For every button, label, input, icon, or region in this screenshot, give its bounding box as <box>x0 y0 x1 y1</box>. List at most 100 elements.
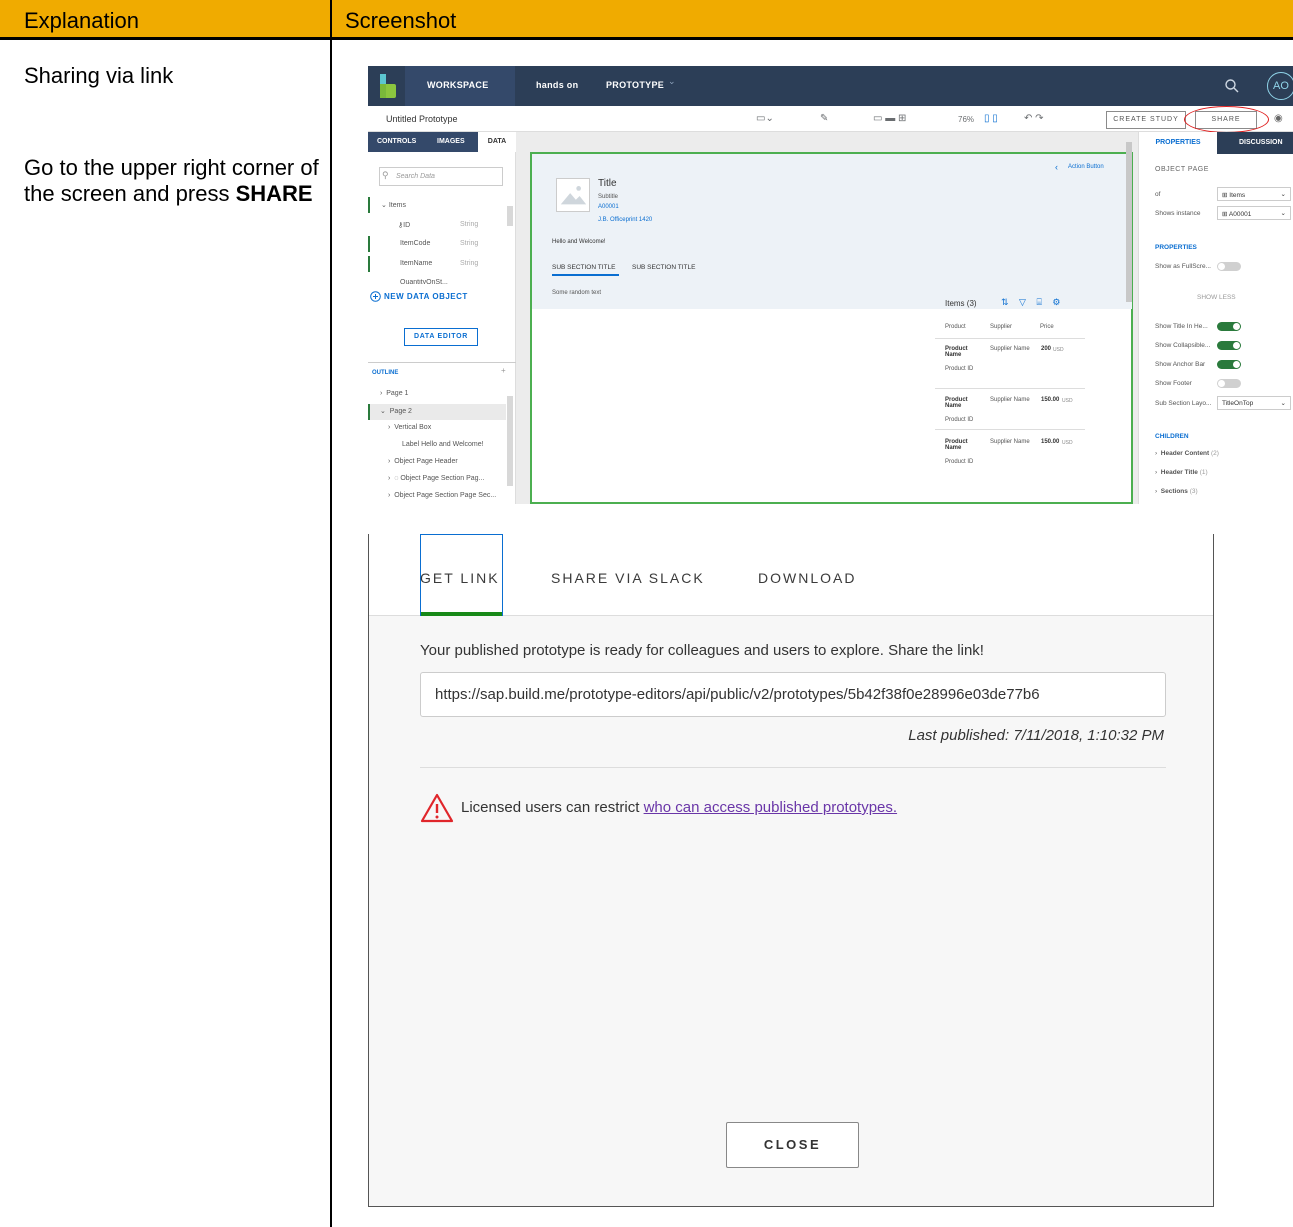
table-tool-icons[interactable]: ⇅ ▽ ⌸ ⚙ <box>1001 297 1064 308</box>
outline-section-item[interactable]: › ◌ Object Page Section Pag... <box>388 475 484 482</box>
left-panel <box>368 132 516 504</box>
table-row[interactable]: Product Name Supplier Name 150.00 USD Pr… <box>945 439 1080 477</box>
table-header-row: Explanation Screenshot <box>0 0 1293 40</box>
child-header-content[interactable]: › Header Content (2) <box>1155 450 1219 457</box>
nav-workspace[interactable]: WORKSPACE <box>427 80 489 90</box>
divider <box>420 767 1166 768</box>
access-link[interactable]: who can access published prototypes. <box>644 799 897 816</box>
row-currency: USD <box>1053 347 1064 353</box>
canvas-scrollbar[interactable] <box>1126 142 1132 302</box>
anchor-bar-toggle[interactable] <box>1217 360 1241 369</box>
outline-page2[interactable]: ⌄ Page 2 <box>380 407 412 415</box>
chevron-right-icon: › <box>1155 450 1158 457</box>
data-editor-button[interactable]: DATA EDITOR <box>404 328 478 346</box>
row-supplier: Supplier Name <box>990 397 1030 403</box>
tree-item-quantity[interactable]: QuantityOnSt... <box>400 279 448 284</box>
avatar[interactable]: AO <box>1267 72 1293 100</box>
outline-section-item[interactable]: › Object Page Section Page Sec... <box>388 492 496 499</box>
child-header-title[interactable]: › Header Title (1) <box>1155 469 1208 476</box>
row-product: Product Name <box>945 397 968 409</box>
new-data-object-button[interactable]: NEW DATA OBJECT <box>384 292 468 301</box>
child-sections[interactable]: › Sections (3) <box>1155 488 1198 495</box>
row-product: Product Name <box>945 439 968 451</box>
close-button[interactable]: CLOSE <box>726 1122 859 1168</box>
footer-label: Show Footer <box>1155 380 1192 387</box>
build-logo-icon <box>380 74 396 98</box>
of-select[interactable]: ⊞ Items ⌄ <box>1217 187 1291 201</box>
outline-header-item[interactable]: › Object Page Header <box>388 458 458 465</box>
row-price: 150.00 <box>1041 439 1060 445</box>
sub-layout-label: Sub Section Layo... <box>1155 400 1212 407</box>
footer-toggle[interactable] <box>1217 379 1241 388</box>
tab-properties[interactable]: PROPERTIES <box>1139 132 1217 154</box>
dialog-tabs: GET LINK SHARE VIA SLACK DOWNLOAD <box>369 534 1213 616</box>
tab-images[interactable]: IMAGES <box>437 138 465 145</box>
sub-layout-select[interactable]: TitleOnTop ⌄ <box>1217 396 1291 410</box>
prototype-name[interactable]: Untitled Prototype <box>386 114 458 124</box>
search-data-input[interactable]: Search Data <box>379 167 503 186</box>
layout-icons[interactable]: ▭ ▬ ⊞ <box>873 113 906 124</box>
panel-toggle-icons[interactable]: ▯ ▯ <box>984 113 998 124</box>
object-page[interactable]: Title Subtitle A00001 J.B. Officeprint 1… <box>530 152 1133 504</box>
tree-item-type: String <box>460 240 479 247</box>
chevron-down-icon[interactable]: ⌄ <box>668 76 676 87</box>
table-icon: ⊞ <box>1222 192 1228 199</box>
outline-label: Object Page Header <box>394 458 458 465</box>
fullscreen-toggle[interactable] <box>1217 262 1241 271</box>
left-tabs: CONTROLS IMAGES DATA <box>368 132 516 152</box>
tab-controls[interactable]: CONTROLS <box>377 138 416 145</box>
document-page: Explanation Screenshot Sharing via link … <box>0 0 1293 1227</box>
outline-vertical-box[interactable]: › Vertical Box <box>388 424 431 431</box>
outline-label-item[interactable]: Label Hello and Welcome! <box>402 441 484 448</box>
edit-icon[interactable]: ✎ <box>820 113 828 124</box>
outline-header: OUTLINE <box>368 362 516 376</box>
create-study-button[interactable]: CREATE STUDY <box>1106 111 1186 129</box>
child-label: Sections <box>1160 488 1188 495</box>
action-button[interactable]: Action Button <box>1068 164 1104 170</box>
collapsible-toggle[interactable] <box>1217 341 1241 350</box>
tree-item-id[interactable]: ⚷ID <box>398 221 410 229</box>
outline-scrollbar[interactable] <box>507 396 513 486</box>
instance-select-value: A00001 <box>1228 211 1252 218</box>
chevron-down-icon: ⌄ <box>1280 191 1286 198</box>
tab-sub-section-1[interactable]: SUB SECTION TITLE <box>552 264 615 271</box>
tab-get-link[interactable]: GET LINK <box>420 570 500 586</box>
divider <box>935 429 1085 430</box>
tree-item-label: Items <box>388 202 406 209</box>
search-icon[interactable] <box>1224 78 1240 94</box>
tab-sub-section-2[interactable]: SUB SECTION TITLE <box>632 264 695 271</box>
tree-item-itemcode[interactable]: ItemCode <box>400 240 430 247</box>
outline-page1[interactable]: › Page 1 <box>380 390 408 397</box>
preview-eye-icon[interactable]: ◉ <box>1274 113 1283 124</box>
top-nav-bar: WORKSPACE hands on PROTOTYPE ⌄ AO <box>368 66 1293 106</box>
show-less-link[interactable]: SHOW LESS <box>1197 294 1236 301</box>
title-in-header-toggle[interactable] <box>1217 322 1241 331</box>
tab-discussion[interactable]: DISCUSSION <box>1239 139 1283 146</box>
link-field[interactable]: https://sap.build.me/prototype-editors/a… <box>420 672 1166 717</box>
object-address[interactable]: J.B. Officeprint 1420 <box>598 217 652 223</box>
explanation-step: Go to the upper right corner of the scre… <box>24 155 324 207</box>
object-id[interactable]: A00001 <box>598 204 619 210</box>
tab-share-via-slack[interactable]: SHARE VIA SLACK <box>551 570 705 586</box>
zoom-level[interactable]: 76% <box>958 115 974 124</box>
divider <box>935 338 1085 339</box>
tab-download[interactable]: DOWNLOAD <box>758 570 856 586</box>
nav-prototype[interactable]: PROTOTYPE <box>606 80 664 90</box>
data-scrollbar[interactable] <box>507 206 513 226</box>
outline-label: Object Page Section Pag... <box>400 475 485 482</box>
undo-redo-icons[interactable]: ↶ ↷ <box>1024 113 1044 124</box>
device-icon[interactable]: ▭⌄ <box>756 113 774 124</box>
fullscreen-label: Show as FullScre... <box>1155 263 1211 270</box>
nav-project[interactable]: hands on <box>536 80 578 90</box>
tab-data[interactable]: DATA <box>478 132 516 152</box>
row-product: Product Name <box>945 346 968 358</box>
add-circle-icon[interactable] <box>370 291 381 302</box>
row-pid: Product ID <box>945 417 974 423</box>
tree-item-items[interactable]: ⌄ Items <box>381 201 406 209</box>
chevron-right-icon: › <box>1155 488 1158 495</box>
last-published: Last published: 7/11/2018, 1:10:32 PM <box>908 727 1164 744</box>
add-icon[interactable]: + <box>501 366 506 375</box>
table-row[interactable]: Product Name Supplier Name 200 USD Produ… <box>945 346 1080 384</box>
instance-select[interactable]: ⊞ A00001 ⌄ <box>1217 206 1291 220</box>
tree-item-itemname[interactable]: ItemName <box>400 260 432 267</box>
